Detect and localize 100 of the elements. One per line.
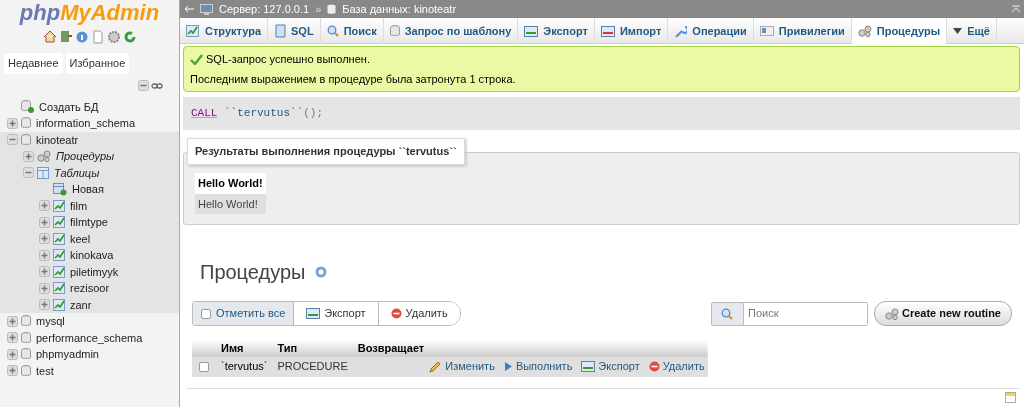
tree-item[interactable]: Таблицы: [52, 164, 100, 181]
caret-down-icon: [953, 28, 963, 34]
exit-icon[interactable]: [58, 30, 73, 44]
tree-item[interactable]: rezisoor: [68, 280, 110, 297]
expand-icon[interactable]: [39, 200, 50, 212]
sql-query: CALL ``tervutus``();: [183, 97, 1020, 130]
home-icon[interactable]: [42, 30, 57, 44]
info-icon[interactable]: [74, 30, 89, 44]
tree-item[interactable]: test: [34, 362, 54, 379]
tab[interactable]: Структура: [180, 18, 268, 44]
console-icon[interactable]: [1005, 391, 1016, 403]
search-field[interactable]: Поиск: [743, 301, 868, 326]
success-title: SQL-запрос успешно выполнен.: [206, 52, 370, 67]
action-link[interactable]: Удалить: [648, 358, 705, 375]
tree-item[interactable]: phpmyadmin: [34, 346, 99, 363]
tab[interactable]: SQL: [268, 18, 321, 44]
database-icon: [389, 25, 400, 37]
table-icon: [53, 298, 65, 311]
document-icon[interactable]: [90, 30, 105, 44]
new-table-icon: [53, 182, 67, 196]
results-legend: Результаты выполнения процедуры ``tervutus``: [187, 138, 465, 165]
tab[interactable]: Привилегии: [753, 18, 852, 44]
export-icon: [581, 361, 596, 372]
tab[interactable]: Процедуры: [851, 18, 948, 44]
tab[interactable]: Поиск: [320, 18, 384, 44]
tree-item[interactable]: Новая: [70, 181, 104, 198]
action-link[interactable]: Изменить: [429, 358, 495, 375]
expand-icon[interactable]: [7, 365, 18, 377]
action-link[interactable]: Экспорт: [581, 358, 640, 375]
success-text: Последним выражением в процедуре была затронута 1 строка.: [190, 71, 517, 87]
search-button[interactable]: [710, 301, 744, 326]
tree-item[interactable]: keel: [68, 230, 91, 247]
tree-item[interactable]: film: [68, 197, 88, 214]
tree-item[interactable]: piletimyyk: [68, 263, 119, 280]
link-icon[interactable]: [151, 81, 163, 90]
tab[interactable]: Импорт: [594, 18, 669, 44]
expand-icon[interactable]: [39, 233, 50, 245]
tree-item[interactable]: Создать БД: [37, 98, 99, 115]
table-icon: [53, 216, 65, 229]
checkmark-icon: [190, 53, 203, 65]
collapse-icon[interactable]: [7, 134, 18, 146]
column-header: Возвращает: [356, 341, 426, 356]
expand-icon[interactable]: [7, 332, 18, 344]
breadcrumb-link[interactable]: База данных: kinoteatr: [342, 0, 457, 18]
tree-item[interactable]: kinoteatr: [34, 131, 79, 148]
search-icon: [326, 25, 339, 37]
expand-icon[interactable]: [39, 299, 50, 311]
collapse-all-icon[interactable]: [138, 80, 149, 91]
sidebar-tab[interactable]: Избранное: [65, 53, 130, 74]
tree-item[interactable]: mysql: [34, 313, 65, 330]
table-icon: [53, 232, 65, 245]
expand-icon[interactable]: [39, 216, 50, 228]
help-icon[interactable]: [315, 266, 328, 278]
tab[interactable]: Ещё: [947, 18, 997, 44]
logo[interactable]: phpMyAdmin: [0, 0, 179, 24]
settings-icon[interactable]: [106, 30, 121, 44]
expand-icon[interactable]: [7, 315, 18, 327]
database-icon: [21, 117, 31, 130]
table-cell-text: `tervutus`: [220, 359, 269, 375]
tree-item[interactable]: zanr: [68, 296, 92, 313]
tree-item[interactable]: Процедуры: [54, 148, 115, 165]
tab[interactable]: Операции: [668, 18, 754, 44]
collapse-icon[interactable]: [23, 167, 34, 179]
section-title: Процедуры: [200, 260, 306, 285]
expand-icon[interactable]: [23, 150, 34, 162]
procedures-icon: [857, 25, 872, 37]
tab[interactable]: Запрос по шаблону: [383, 18, 519, 44]
tab[interactable]: Экспорт: [518, 18, 595, 44]
table-group-icon: [37, 166, 49, 179]
expand-icon[interactable]: [39, 249, 50, 261]
expand-icon[interactable]: [39, 282, 50, 294]
expand-icon[interactable]: [7, 117, 18, 129]
checkbox-label[interactable]: Отметить все: [216, 305, 286, 322]
tree-item[interactable]: information_schema: [34, 115, 136, 132]
scroll-top-icon[interactable]: [1011, 5, 1021, 13]
new-database-icon: [21, 100, 34, 114]
breadcrumb-link[interactable]: Сервер: 127.0.0.1: [219, 0, 310, 18]
expand-icon[interactable]: [7, 348, 18, 360]
back-arrow-icon: [184, 5, 194, 13]
reload-icon[interactable]: [122, 30, 137, 44]
expand-icon[interactable]: [39, 266, 50, 278]
create-routine-button[interactable]: Create new routine: [873, 301, 1012, 326]
delete-icon: [390, 308, 402, 319]
tree-item[interactable]: kinokava: [68, 247, 114, 264]
server-icon: [200, 3, 213, 15]
table-cell-text: PROCEDURE: [276, 359, 349, 375]
action-link[interactable]: Выполнить: [503, 358, 573, 375]
select-all-control[interactable]: Отметить все: [193, 302, 295, 325]
checkbox[interactable]: [201, 308, 211, 319]
table-cell: Hello World!: [195, 193, 266, 214]
tree-item[interactable]: filmtype: [68, 214, 108, 231]
checkbox[interactable]: [199, 361, 209, 372]
play-icon: [503, 361, 513, 372]
sidebar-tab[interactable]: Недавнее: [4, 53, 63, 74]
column-header: Тип: [276, 341, 299, 356]
table-icon: [53, 249, 65, 262]
table-icon: [53, 199, 65, 212]
scroll-icon: [274, 24, 286, 38]
tree-item[interactable]: performance_schema: [34, 329, 143, 346]
delete-icon: [648, 361, 660, 372]
